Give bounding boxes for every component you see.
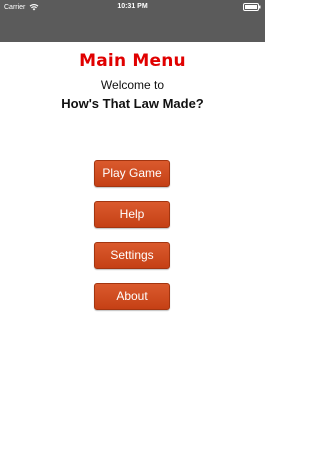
nav-bar <box>0 14 265 42</box>
status-right <box>243 3 261 13</box>
about-button[interactable]: About <box>94 283 170 310</box>
battery-icon <box>243 3 261 11</box>
page-title: Main Menu <box>79 51 186 71</box>
status-time: 10:31 PM <box>117 3 148 10</box>
settings-button[interactable]: Settings <box>94 242 170 269</box>
help-button[interactable]: Help <box>94 201 170 228</box>
app-name: How's That Law Made? <box>61 96 204 111</box>
play-game-button[interactable]: Play Game <box>94 160 170 187</box>
welcome-text: Welcome to <box>100 78 165 92</box>
status-bar: Carrier 10:31 PM <box>0 0 265 14</box>
